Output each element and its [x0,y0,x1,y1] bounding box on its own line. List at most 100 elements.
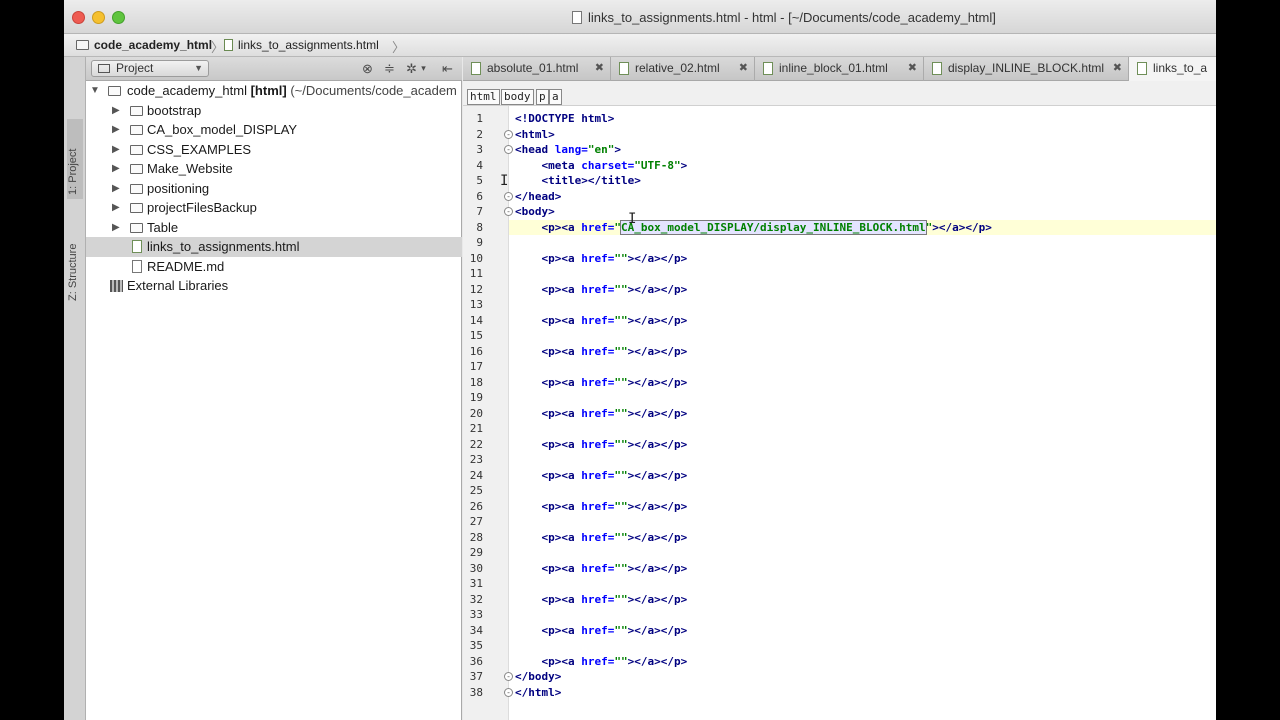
code-line[interactable]: <p><a href=""></a></p> [509,406,1216,422]
collapse-arrow-icon[interactable]: ▶ [112,101,122,121]
tab-inline-block-01[interactable]: inline_block_01.html ✖ [755,57,924,81]
code-line[interactable] [509,297,1216,313]
code-line[interactable]: <p><a href=""></a></p> [509,654,1216,670]
close-window-button[interactable] [72,11,85,24]
close-icon[interactable]: ✖ [908,57,917,80]
code-token: ></a></p> [627,499,688,513]
code-line[interactable]: </head> [509,189,1216,205]
code-token: > [614,143,621,156]
minimize-window-button[interactable] [92,11,105,24]
tree-item-css-examples[interactable]: ▶ CSS_EXAMPLES [86,140,462,160]
code-line[interactable]: <head lang="en"> [509,142,1216,158]
code-line[interactable] [509,359,1216,375]
tag-crumb-body[interactable]: body [501,89,534,105]
code-line[interactable] [509,638,1216,654]
code-line[interactable]: <html> [509,127,1216,143]
tree-item-make-website[interactable]: ▶ Make_Website [86,159,462,179]
collapse-arrow-icon[interactable]: ▶ [112,198,122,218]
breadcrumb-file[interactable]: links_to_assignments.html [224,37,379,53]
code-line[interactable] [509,421,1216,437]
tab-absolute-01[interactable]: absolute_01.html ✖ [463,57,611,81]
code-line[interactable] [509,452,1216,468]
code-line[interactable]: <body> [509,204,1216,220]
code-line[interactable]: <p><a href=""></a></p> [509,561,1216,577]
tab-display-inline-block[interactable]: display_INLINE_BLOCK.html ✖ [924,57,1129,81]
code-token: "" [614,282,628,296]
tab-relative-02[interactable]: relative_02.html ✖ [611,57,755,81]
code-line[interactable]: </html> [509,685,1216,701]
collapse-arrow-icon[interactable]: ▶ [112,120,122,140]
code-line[interactable]: <p><a href=""></a></p> [509,282,1216,298]
code-line[interactable] [509,576,1216,592]
code-line[interactable]: <p><a href="CA_box_model_DISPLAY/display… [509,219,1216,235]
zoom-window-button[interactable] [112,11,125,24]
line-number: 28 [469,530,483,544]
code-line[interactable] [509,607,1216,623]
code-line[interactable] [509,266,1216,282]
project-view-selector[interactable]: Project ▼ [91,60,209,77]
tree-item-table[interactable]: ▶ Table [86,218,462,238]
code-token: > [680,158,688,172]
code-line[interactable]: <!DOCTYPE html> [509,111,1216,127]
scroll-from-source-icon[interactable]: ⊗ [360,61,375,76]
code-line[interactable] [509,235,1216,251]
code-token: href= [581,344,615,358]
tree-item-ca-box-model[interactable]: ▶ CA_box_model_DISPLAY [86,120,462,140]
collapse-all-icon[interactable]: ≑ [382,61,397,76]
text-cursor-icon: I [500,173,509,189]
structure-tool-tab[interactable]: Z: Structure [67,215,83,301]
breadcrumb-project[interactable]: code_academy_html [76,37,212,53]
close-icon[interactable]: ✖ [739,57,748,80]
line-number: 36 [469,654,483,668]
code-line[interactable]: <p><a href=""></a></p> [509,499,1216,515]
tree-item-links-to-assignments[interactable]: links_to_assignments.html [86,237,462,257]
tree-item-readme[interactable]: README.md [86,257,462,277]
collapse-arrow-icon[interactable]: ▶ [112,218,122,238]
tab-links-to-assignments[interactable]: links_to_a [1129,57,1216,81]
library-icon [110,280,123,292]
tag-crumb-p[interactable]: p [536,89,549,105]
code-line[interactable]: <title></title> [509,173,1216,189]
code-line[interactable]: <p><a href=""></a></p> [509,251,1216,267]
code-line[interactable]: <p><a href=""></a></p> [509,623,1216,639]
tree-root[interactable]: ▼ code_academy_html [html] (~/Documents/… [86,81,462,101]
code-line[interactable] [509,390,1216,406]
tree-item-bootstrap[interactable]: ▶ bootstrap [86,101,462,121]
code-line[interactable] [509,483,1216,499]
code-line[interactable]: <p><a href=""></a></p> [509,592,1216,608]
close-icon[interactable]: ✖ [595,57,604,80]
code-line[interactable]: <p><a href=""></a></p> [509,375,1216,391]
code-line[interactable]: <p><a href=""></a></p> [509,530,1216,546]
collapse-arrow-icon[interactable]: ▶ [112,159,122,179]
code-line[interactable] [509,514,1216,530]
code-text-area[interactable]: <!DOCTYPE html> <html> <head lang="en"> <m… [509,106,1216,720]
hide-panel-icon[interactable]: ⇤ [440,61,455,76]
line-number: 18 [469,375,483,389]
tree-item-projectfilesbackup[interactable]: ▶ projectFilesBackup [86,198,462,218]
collapse-arrow-icon[interactable]: ▶ [112,140,122,160]
html-file-icon [471,62,481,75]
code-token: <p><a [515,406,582,420]
code-line[interactable]: <p><a href=""></a></p> [509,313,1216,329]
code-line[interactable]: </body> [509,669,1216,685]
tag-crumb-html[interactable]: html [467,89,500,105]
collapse-arrow-icon[interactable]: ▶ [112,179,122,199]
tree-item-external-libraries[interactable]: External Libraries [86,276,462,296]
project-tool-tab[interactable]: 1: Project [67,119,83,199]
code-editor[interactable]: html body p a 1 2-3-4 5 6-7-8 9 10 11 12 13 14 15 1… [463,81,1216,720]
code-line[interactable] [509,328,1216,344]
expand-arrow-icon[interactable]: ▼ [90,81,100,101]
tag-crumb-a[interactable]: a [549,89,562,105]
close-icon[interactable]: ✖ [1113,57,1122,80]
code-line[interactable] [509,545,1216,561]
code-line[interactable]: <p><a href=""></a></p> [509,437,1216,453]
code-line[interactable]: <meta charset="UTF-8"> [509,158,1216,174]
window-title-text: links_to_assignments.html - html - [~/Do… [588,10,996,25]
line-number: 19 [469,391,483,404]
tree-item-positioning[interactable]: ▶ positioning [86,179,462,199]
code-line[interactable]: <p><a href=""></a></p> [509,344,1216,360]
code-line[interactable]: <p><a href=""></a></p> [509,468,1216,484]
html-file-icon [619,62,629,75]
chevron-down-icon[interactable]: ▾ [416,61,431,76]
line-number: 10 [469,251,483,265]
